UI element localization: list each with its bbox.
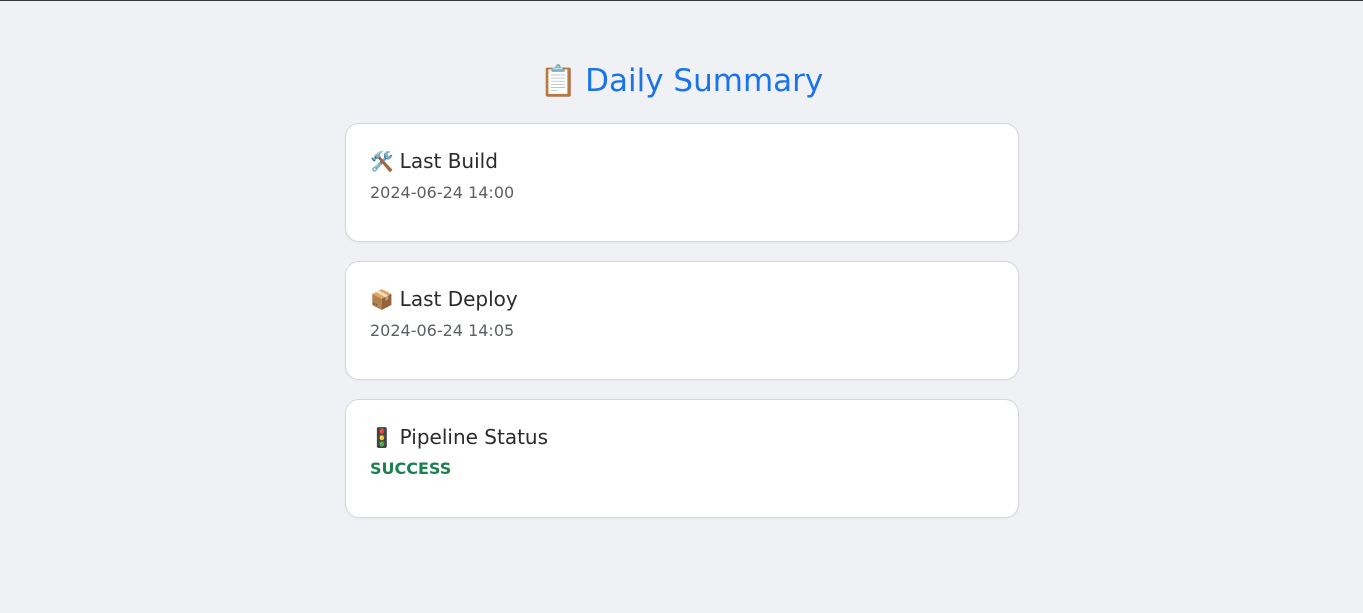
- page-title: 📋 Daily Summary: [0, 61, 1363, 102]
- clipboard-icon: 📋: [539, 64, 578, 99]
- page-title-text: Daily Summary: [585, 63, 824, 99]
- last-deploy-card: 📦 Last Deploy 2024-06-24 14:05: [345, 261, 1019, 380]
- traffic-light-icon: 🚦: [370, 427, 394, 449]
- last-build-label: Last Build: [399, 149, 498, 173]
- pipeline-status-label: Pipeline Status: [399, 425, 549, 449]
- last-build-timestamp: 2024-06-24 14:00: [370, 183, 515, 202]
- package-icon: 📦: [370, 289, 394, 311]
- hammer-and-wrench-icon: 🛠️: [370, 151, 394, 173]
- last-build-heading: 🛠️ Last Build: [370, 148, 498, 175]
- pipeline-status-badge: SUCCESS: [370, 459, 452, 478]
- last-build-card: 🛠️ Last Build 2024-06-24 14:00: [345, 123, 1019, 242]
- page: 📋 Daily Summary 🛠️ Last Build 2024-06-24 1…: [0, 1, 1363, 613]
- last-deploy-timestamp: 2024-06-24 14:05: [370, 321, 515, 340]
- last-deploy-heading: 📦 Last Deploy: [370, 286, 518, 313]
- pipeline-status-heading: 🚦 Pipeline Status: [370, 424, 548, 451]
- last-deploy-label: Last Deploy: [399, 287, 518, 311]
- pipeline-status-card: 🚦 Pipeline Status SUCCESS: [345, 399, 1019, 518]
